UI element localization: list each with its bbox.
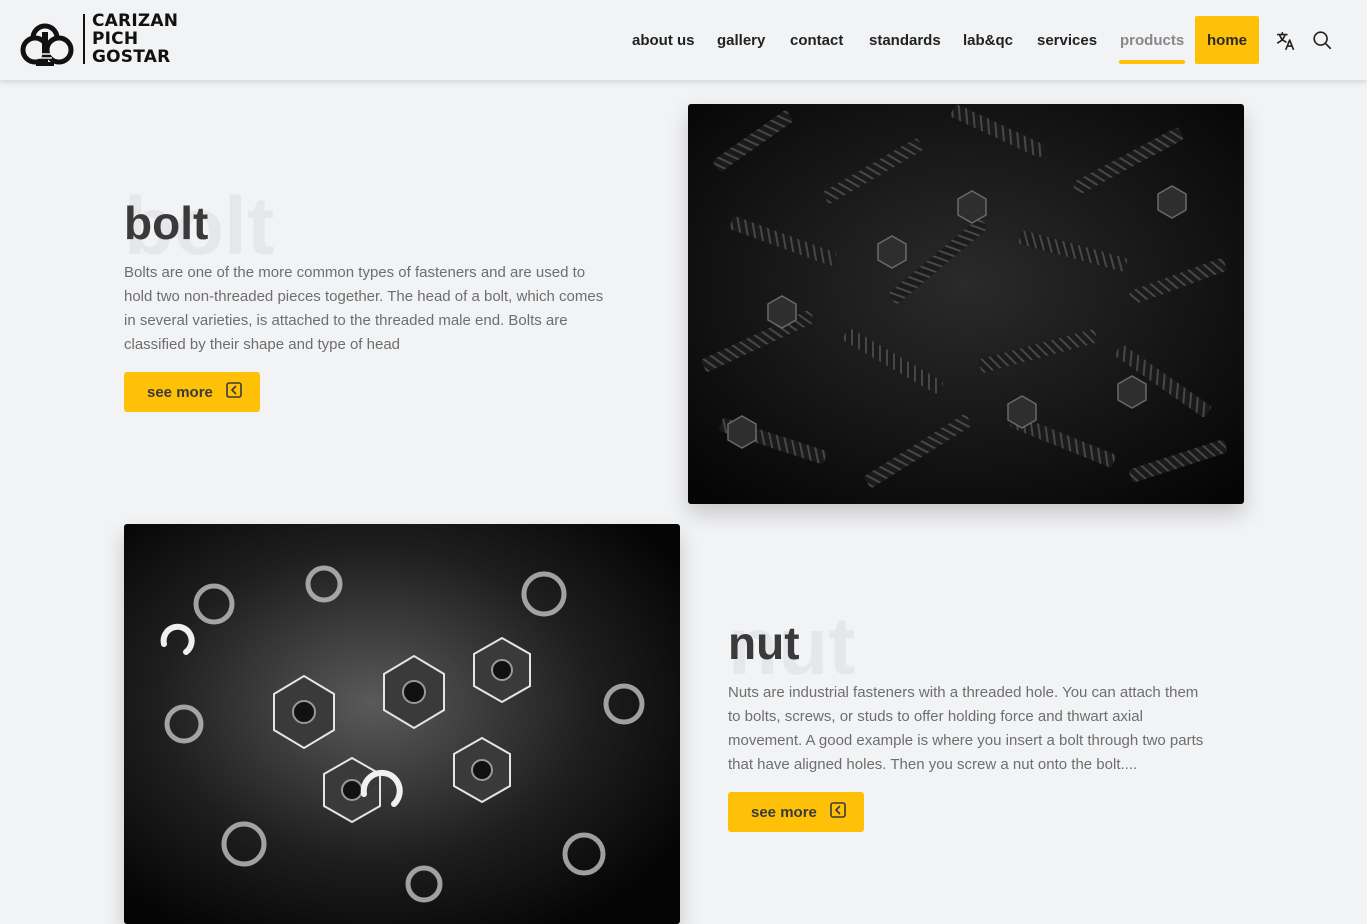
nav-item-home[interactable]: home: [1195, 16, 1260, 64]
bolts-photo: [688, 104, 1244, 504]
logo-line-1: CARIZAN: [92, 11, 179, 31]
nav-item-contact[interactable]: contact: [790, 16, 843, 64]
brand-logo[interactable]: CARIZAN PICH GOSTAR: [19, 12, 184, 68]
chevron-left-square-icon: [226, 382, 242, 398]
nut-see-more-button[interactable]: see more: [728, 792, 864, 832]
nut-description: Nuts are industrial fasteners with a thr…: [728, 684, 1204, 773]
logo-line-3: GOSTAR: [92, 47, 171, 67]
nav-item-lab-qc[interactable]: lab&qc: [963, 16, 1013, 64]
nav-item-services[interactable]: services: [1037, 16, 1097, 64]
nav-item-products[interactable]: products: [1118, 16, 1186, 64]
logo-mark-icon: [20, 23, 74, 66]
bolt-description: Bolts are one of the more common types o…: [124, 264, 604, 353]
logo-line-2: PICH: [92, 29, 139, 49]
nav-item-about-us[interactable]: about us: [632, 16, 695, 64]
bolt-see-more-button[interactable]: see more: [124, 372, 260, 412]
translate-icon[interactable]: [1275, 30, 1297, 52]
logo-divider: [83, 14, 85, 64]
chevron-left-square-icon: [830, 802, 846, 818]
nut-title: nut: [728, 617, 800, 669]
nav-item-standards[interactable]: standards: [869, 16, 941, 64]
nut-see-more-label: see more: [751, 804, 817, 821]
search-icon[interactable]: [1311, 29, 1333, 51]
nav-item-gallery[interactable]: gallery: [717, 16, 765, 64]
nuts-photo: [124, 524, 680, 924]
logo-wordmark: CARIZAN PICH GOSTAR: [92, 12, 178, 66]
site-header: CARIZAN PICH GOSTAR about us gallery con…: [0, 0, 1367, 80]
bolt-see-more-label: see more: [147, 384, 213, 401]
bolt-title: bolt: [124, 197, 209, 249]
